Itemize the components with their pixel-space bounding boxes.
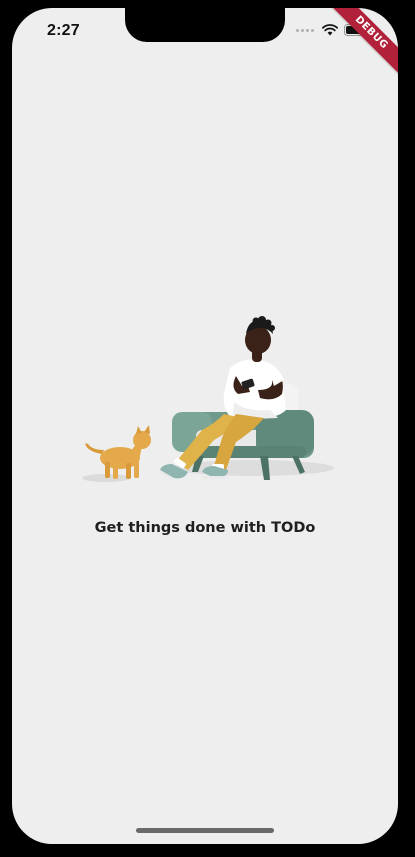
device-frame: 2:27 DEBUG Get things done with TODo	[0, 0, 415, 857]
debug-banner: DEBUG	[325, 8, 398, 79]
home-indicator[interactable]	[136, 828, 274, 833]
onboarding-tagline: Get things done with TODo	[94, 520, 316, 536]
cat	[85, 425, 151, 479]
onboarding-illustration	[82, 316, 334, 482]
signal-dots-icon	[296, 28, 314, 32]
app-screen: 2:27 DEBUG Get things done with TODo	[12, 8, 398, 844]
wifi-icon	[322, 24, 338, 36]
status-time: 2:27	[47, 22, 80, 39]
device-notch	[125, 8, 285, 42]
